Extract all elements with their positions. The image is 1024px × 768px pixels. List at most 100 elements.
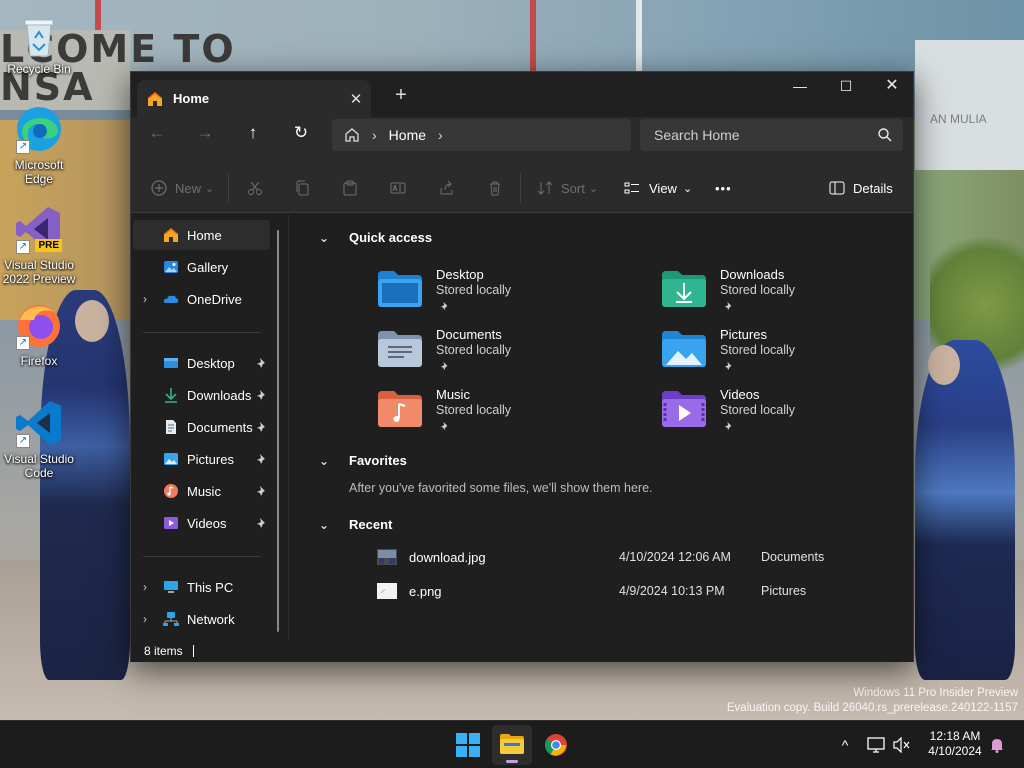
sidebar-item-home[interactable]: Home (133, 220, 270, 250)
expand-chevron-icon[interactable]: › (143, 580, 157, 594)
address-bar[interactable]: › Home › (332, 119, 631, 151)
image-thumbnail-icon (377, 583, 397, 599)
desktop-icon-recycle-bin[interactable]: Recycle Bin (0, 14, 78, 76)
sidebar-item-videos[interactable]: Videos (133, 508, 270, 538)
pin-icon (724, 421, 732, 431)
desktop-icon-firefox[interactable]: ↗ Firefox (0, 300, 78, 368)
sidebar-item-gallery[interactable]: Gallery (133, 252, 270, 282)
sidebar-item-this-pc[interactable]: › This PC (133, 572, 270, 602)
sidebar-scrollbar[interactable] (277, 230, 279, 632)
file-location: Documents (761, 550, 825, 564)
command-bar: New ⌄ Sort ⌄ View ⌄ ••• Details (131, 163, 913, 213)
document-icon (166, 420, 176, 434)
recent-header[interactable]: ⌄ Recent (319, 517, 392, 532)
quick-access-downloads[interactable]: Downloads Stored locally (662, 267, 902, 323)
taskbar-file-explorer[interactable] (492, 725, 532, 765)
rename-button[interactable] (390, 175, 406, 201)
volume-tray-button[interactable] (890, 721, 914, 768)
pin-icon[interactable] (256, 357, 268, 369)
pin-icon[interactable] (256, 421, 268, 433)
refresh-button[interactable]: ↻ (286, 118, 316, 148)
recent-file-row[interactable]: download.jpg 4/10/2024 12:06 AM Document… (377, 546, 907, 570)
quick-access-music[interactable]: Music Stored locally (378, 387, 618, 443)
item-count: 8 items (144, 644, 183, 658)
desktop-icon-visual-studio[interactable]: PRE ↗ Visual Studio 2022 Preview (0, 204, 78, 286)
chevron-down-icon: ⌄ (319, 230, 330, 245)
sidebar-item-desktop[interactable]: Desktop (133, 348, 270, 378)
pin-icon[interactable] (256, 517, 268, 529)
sidebar-item-pictures[interactable]: Pictures (133, 444, 270, 474)
more-options-button[interactable]: ••• (715, 175, 732, 201)
pin-icon[interactable] (256, 485, 268, 497)
forward-button[interactable]: → (190, 118, 220, 148)
pre-badge: PRE (35, 239, 62, 252)
copy-button[interactable] (294, 175, 310, 201)
folder-status: Stored locally (720, 283, 796, 297)
pin-icon[interactable] (256, 453, 268, 465)
sidebar-item-documents[interactable]: Documents (133, 412, 270, 442)
favorites-header[interactable]: ⌄ Favorites (319, 453, 407, 468)
delete-button[interactable] (487, 175, 503, 201)
taskbar-chrome[interactable] (536, 725, 576, 765)
paste-button[interactable] (342, 175, 358, 201)
expand-chevron-icon[interactable]: › (143, 612, 157, 626)
search-input[interactable] (640, 119, 903, 151)
chevron-down-icon: ⌄ (682, 182, 693, 195)
new-button[interactable]: New ⌄ (151, 175, 214, 201)
back-button[interactable]: ← (142, 118, 172, 148)
search-icon[interactable] (877, 127, 893, 143)
folder-name: Desktop (436, 267, 484, 282)
notifications-button[interactable] (986, 721, 1008, 768)
sidebar-item-network[interactable]: › Network (133, 604, 270, 634)
start-button[interactable] (448, 725, 488, 765)
tab-close-button[interactable]: ✕ (341, 90, 371, 108)
show-hidden-icons-button[interactable]: ^ (834, 721, 856, 768)
expand-chevron-icon[interactable]: › (143, 292, 157, 306)
quick-access-header[interactable]: ⌄ Quick access (319, 230, 432, 245)
breadcrumb-separator[interactable]: › (438, 127, 443, 143)
tab-home[interactable]: Home ✕ (137, 80, 371, 117)
minimize-button[interactable]: — (777, 72, 823, 102)
status-divider (192, 645, 194, 657)
chevron-down-icon: ⌄ (319, 517, 330, 532)
toolbar-divider (228, 173, 229, 203)
shortcut-arrow-icon: ↗ (16, 434, 30, 448)
quick-access-pictures[interactable]: Pictures Stored locally (662, 327, 902, 383)
up-button[interactable]: ↑ (238, 118, 268, 148)
file-name: e.png (409, 584, 442, 599)
clock[interactable]: 12:18 AM 4/10/2024 (920, 729, 990, 759)
documents-folder-icon (378, 331, 422, 367)
file-date: 4/9/2024 10:13 PM (619, 584, 725, 598)
pin-icon (440, 361, 448, 371)
network-tray-button[interactable] (864, 721, 888, 768)
breadcrumb-home[interactable]: Home (389, 127, 426, 143)
desktop-icon-label: Visual Studio 2022 Preview (2, 258, 76, 286)
desktop-icon-edge[interactable]: ↗ Microsoft Edge (0, 104, 78, 186)
quick-access-videos[interactable]: Videos Stored locally (662, 387, 902, 443)
downloads-folder-icon (662, 271, 706, 307)
active-app-indicator (506, 760, 518, 763)
details-button[interactable]: Details (829, 175, 893, 201)
onedrive-cloud-icon (163, 295, 179, 303)
view-button[interactable]: View ⌄ (624, 175, 692, 201)
pin-icon[interactable] (256, 389, 268, 401)
maximize-button[interactable]: ☐ (823, 72, 869, 102)
wallpaper-pole (636, 0, 642, 80)
recent-file-row[interactable]: e.png 4/9/2024 10:13 PM Pictures (377, 580, 907, 604)
new-tab-button[interactable]: + (389, 84, 413, 108)
sort-button[interactable]: Sort ⌄ (537, 175, 598, 201)
windows-watermark: Windows 11 Pro Insider Preview Evaluatio… (727, 686, 1018, 716)
quick-access-desktop[interactable]: Desktop Stored locally (378, 267, 618, 323)
wallpaper-face (928, 345, 960, 385)
desktop-icon-vscode[interactable]: ↗ Visual Studio Code (0, 398, 78, 480)
watermark-line-1: Windows 11 Pro Insider Preview (853, 687, 1018, 699)
sidebar-item-onedrive[interactable]: › OneDrive (133, 284, 270, 314)
share-button[interactable] (439, 175, 455, 201)
close-button[interactable]: ✕ (869, 72, 915, 102)
folder-name: Music (436, 387, 470, 402)
quick-access-documents[interactable]: Documents Stored locally (378, 327, 618, 383)
content-pane: ⌄ Quick access Desktop Stored locally Do… (289, 214, 913, 640)
sidebar-item-music[interactable]: Music (133, 476, 270, 506)
cut-button[interactable] (247, 175, 263, 201)
sidebar-item-downloads[interactable]: Downloads (133, 380, 270, 410)
